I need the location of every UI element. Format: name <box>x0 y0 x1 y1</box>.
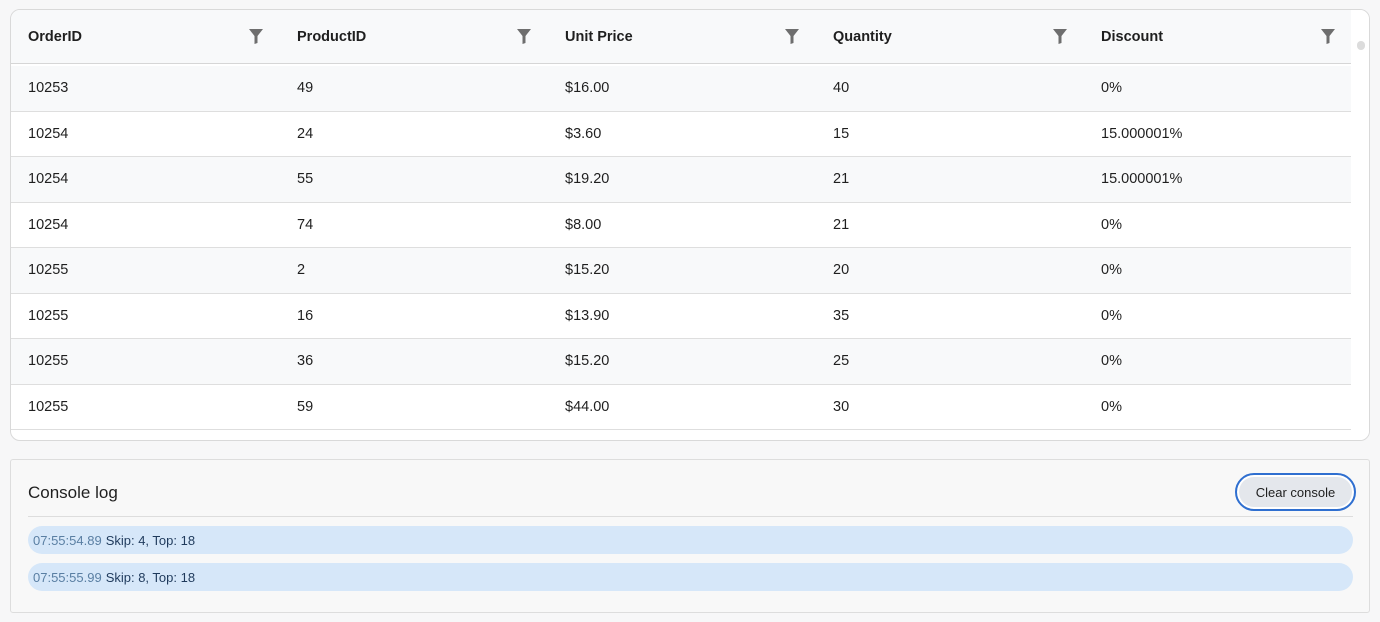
cell-quantity: 35 <box>833 307 850 324</box>
log-timestamp: 07:55:55.99 <box>33 569 102 585</box>
log-message: Skip: 4, Top: 18 <box>105 532 196 548</box>
cell-unit-price: $15.20 <box>565 262 610 279</box>
table-row[interactable]: 10255 2 $15.20 20 0% <box>11 248 1352 294</box>
cell-orderid: 10255 <box>28 307 69 324</box>
grid-body[interactable]: 10253 49 $16.00 40 0% 10254 24 $3.60 15 … <box>11 66 1352 440</box>
cell-quantity: 20 <box>833 262 850 279</box>
cell-orderid: 10255 <box>28 398 69 415</box>
cell-discount: 15.000001% <box>1101 171 1183 188</box>
cell-productid: 16 <box>297 307 314 324</box>
cell-productid: 24 <box>297 125 314 142</box>
cell-productid: 2 <box>297 262 306 279</box>
cell-unit-price: $16.00 <box>565 80 610 97</box>
column-header-discount[interactable]: Discount <box>1084 10 1352 64</box>
cell-unit-price: $13.90 <box>565 307 610 324</box>
table-row[interactable]: 10253 49 $16.00 40 0% <box>11 66 1352 112</box>
column-header-productid[interactable]: ProductID <box>280 10 548 64</box>
console-panel: Console log Clear console 07:55:54.89 Sk… <box>10 459 1370 613</box>
table-row[interactable]: 10255 59 $44.00 30 0% <box>11 384 1352 430</box>
cell-orderid: 10255 <box>28 353 69 370</box>
table-row[interactable]: 10254 24 $3.60 15 15.000001% <box>11 111 1352 157</box>
cell-unit-price: $19.20 <box>565 171 610 188</box>
column-header-label: ProductID <box>297 29 367 45</box>
log-timestamp: 07:55:54.89 <box>33 532 102 548</box>
column-header-label: OrderID <box>28 29 82 45</box>
cell-discount: 0% <box>1101 262 1122 279</box>
table-row[interactable]: 10255 16 $13.90 35 0% <box>11 293 1352 339</box>
cell-quantity: 30 <box>833 398 850 415</box>
cell-productid: 36 <box>297 353 314 370</box>
cell-orderid: 10254 <box>28 171 69 188</box>
column-header-unit-price[interactable]: Unit Price <box>548 10 816 64</box>
column-header-orderid[interactable]: OrderID <box>11 10 280 64</box>
cell-productid: 49 <box>297 80 314 97</box>
cell-unit-price: $44.00 <box>565 398 610 415</box>
cell-orderid: 10254 <box>28 216 69 233</box>
table-row[interactable]: 10254 55 $19.20 21 15.000001% <box>11 157 1352 203</box>
cell-productid: 55 <box>297 171 314 188</box>
cell-quantity: 21 <box>833 171 850 188</box>
clear-console-button[interactable]: Clear console <box>1235 473 1356 511</box>
log-message: Skip: 8, Top: 18 <box>105 569 196 585</box>
column-header-label: Quantity <box>833 29 892 45</box>
log-entry: 07:55:55.99 Skip: 8, Top: 18 <box>28 563 1353 591</box>
scrollbar-thumb[interactable] <box>1357 41 1365 50</box>
cell-discount: 0% <box>1101 80 1122 97</box>
cell-orderid: 10255 <box>28 262 69 279</box>
cell-quantity: 25 <box>833 353 850 370</box>
filter-icon[interactable] <box>784 28 800 45</box>
cell-unit-price: $15.20 <box>565 353 610 370</box>
filter-icon[interactable] <box>248 28 264 45</box>
cell-discount: 0% <box>1101 353 1122 370</box>
table-row[interactable]: 10255 36 $15.20 25 0% <box>11 339 1352 385</box>
console-log-list: 07:55:54.89 Skip: 4, Top: 18 07:55:55.99… <box>28 526 1353 600</box>
cell-productid: 74 <box>297 216 314 233</box>
filter-icon[interactable] <box>1052 28 1068 45</box>
cell-discount: 15.000001% <box>1101 125 1183 142</box>
cell-orderid: 10254 <box>28 125 69 142</box>
cell-unit-price: $3.60 <box>565 125 602 142</box>
cell-quantity: 15 <box>833 125 850 142</box>
cell-orderid: 10253 <box>28 80 69 97</box>
log-entry: 07:55:54.89 Skip: 4, Top: 18 <box>28 526 1353 554</box>
cell-discount: 0% <box>1101 216 1122 233</box>
cell-productid: 59 <box>297 398 314 415</box>
grid-header: OrderID ProductID Unit Price Quantity Di… <box>11 10 1352 64</box>
cell-discount: 0% <box>1101 398 1122 415</box>
cell-discount: 0% <box>1101 307 1122 324</box>
data-grid: OrderID ProductID Unit Price Quantity Di… <box>10 9 1370 441</box>
column-header-label: Unit Price <box>565 29 633 45</box>
console-title: Console log <box>28 483 118 502</box>
column-header-label: Discount <box>1101 29 1164 45</box>
cell-quantity: 40 <box>833 80 850 97</box>
cell-unit-price: $8.00 <box>565 216 602 233</box>
table-row[interactable]: 10254 74 $8.00 21 0% <box>11 202 1352 248</box>
cell-quantity: 21 <box>833 216 850 233</box>
divider <box>28 516 1353 517</box>
filter-icon[interactable] <box>516 28 532 45</box>
column-header-quantity[interactable]: Quantity <box>816 10 1084 64</box>
filter-icon[interactable] <box>1320 28 1336 45</box>
vertical-scrollbar[interactable] <box>1351 10 1369 440</box>
